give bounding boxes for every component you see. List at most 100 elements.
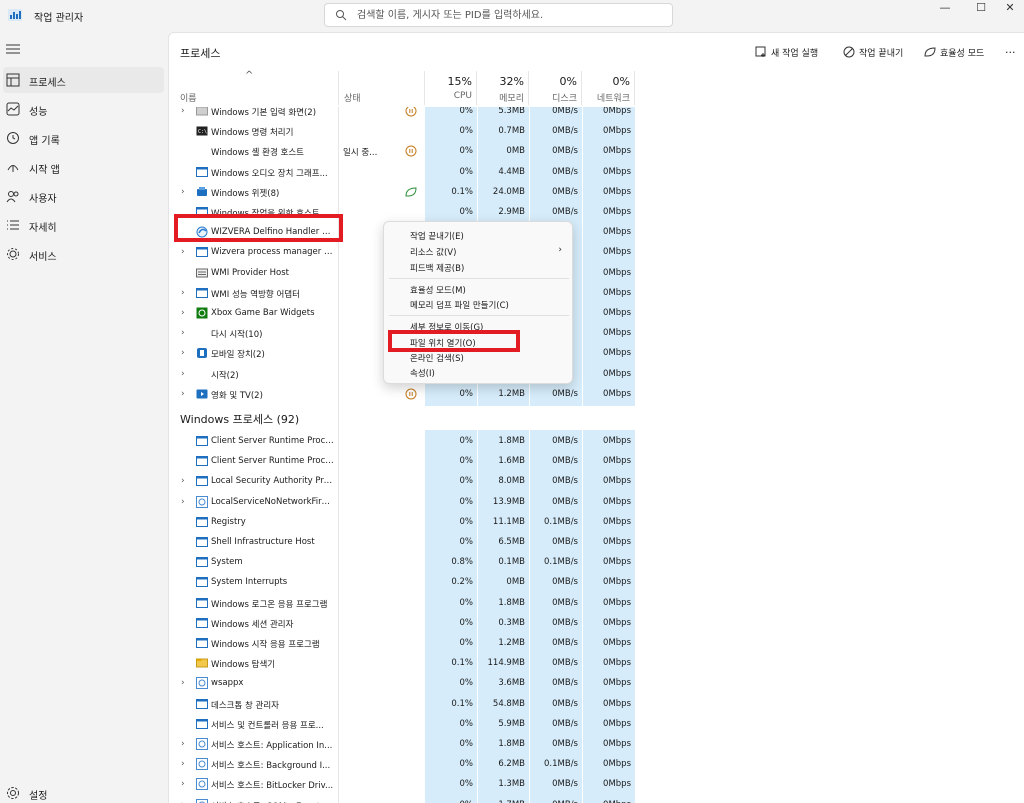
table-row[interactable]: Registry 0% 11.1MB 0.1MB/s 0Mbps — [169, 512, 635, 532]
table-row[interactable]: › 서비스 호스트: BitLocker Driv... 0% 1.3MB 0MB/s 0… — [169, 774, 635, 794]
process-name: Wizvera process manager ser... — [211, 247, 335, 258]
ctx-properties[interactable]: 속성(I) — [410, 367, 435, 379]
table-row[interactable]: Client Server Runtime Process 0% 1.8MB 0MB/… — [169, 431, 635, 451]
memory-value: 13.9MB — [492, 496, 525, 507]
table-row[interactable]: System 0.8% 0.1MB 0.1MB/s 0Mbps — [169, 552, 635, 572]
column-header-network[interactable]: 0% 네트워크 — [582, 71, 635, 105]
disk-value: 0MB/s — [552, 186, 578, 197]
memory-value: 11.1MB — [492, 516, 525, 527]
chevron-right-icon[interactable]: › — [181, 739, 191, 749]
table-row[interactable]: Windows 탐색기 0.1% 114.9MB 0MB/s 0Mbps — [169, 653, 635, 673]
minimize-button[interactable]: — — [927, 0, 963, 16]
cpu-value: 0% — [459, 146, 474, 157]
memory-value: 5.9MB — [498, 718, 525, 729]
table-row[interactable]: 서비스 및 컨트롤러 응용 프로... 0% 5.9MB 0MB/s 0Mbps — [169, 714, 635, 734]
cpu-value: 0.8% — [451, 557, 473, 568]
chevron-right-icon[interactable]: › — [181, 308, 191, 318]
ctx-resource-values[interactable]: 리소스 값(V) — [410, 246, 456, 258]
close-button[interactable]: ✕ — [992, 0, 1024, 16]
chevron-right-icon[interactable]: › — [181, 247, 191, 257]
end-task-button[interactable]: 작업 끝내기 — [843, 42, 903, 62]
table-row[interactable]: Shell Infrastructure Host 0% 6.5MB 0MB/s 0Mb… — [169, 532, 635, 552]
table-row[interactable]: Windows 세션 관리자 0% 0.3MB 0MB/s 0Mbps — [169, 613, 635, 633]
chevron-right-icon[interactable]: › — [181, 107, 191, 116]
context-menu: 작업 끝내기(E) 리소스 값(V) › 피드백 제공(B) 효율성 모드(M)… — [383, 221, 573, 384]
network-value: 0Mbps — [603, 308, 631, 318]
table-row[interactable]: › 서비스 호스트: Application In... 0% 1.8MB 0MB/s 0… — [169, 734, 635, 754]
column-name-label: 이름 — [180, 94, 197, 104]
more-options-button[interactable]: ··· — [1005, 42, 1016, 62]
process-name: wsappx — [211, 678, 244, 689]
sidebar-item-details[interactable]: 자세히 — [3, 212, 164, 238]
table-row[interactable]: › Local Security Authority Proc... 0% 8.0MB… — [169, 471, 635, 491]
search-input[interactable] — [357, 6, 657, 24]
table-row[interactable]: Windows 시작 응용 프로그램 0% 1.2MB 0MB/s 0Mbps — [169, 633, 635, 653]
memory-value: 0.7MB — [498, 126, 525, 137]
search-box[interactable] — [324, 3, 673, 27]
ctx-create-dump[interactable]: 메모리 덤프 파일 만들기(C) — [410, 299, 509, 311]
ctx-search-online[interactable]: 온라인 검색(S) — [410, 352, 464, 364]
widgets-icon — [197, 186, 207, 196]
chevron-right-icon[interactable]: › — [181, 497, 191, 507]
process-name: 데스크톱 창 관리자 — [211, 700, 279, 711]
cpu-value: 0% — [459, 388, 474, 399]
submenu-arrow-icon: › — [558, 245, 562, 255]
table-row[interactable]: › LocalServiceNoNetworkFirew... 0% 13.9MB 0M… — [169, 492, 635, 512]
sidebar-item-startup-apps[interactable]: 시작 앱 — [3, 154, 164, 180]
cpu-value: 0% — [459, 436, 474, 446]
chevron-right-icon[interactable]: › — [181, 369, 191, 379]
table-row[interactable]: System Interrupts 0.2% 0MB 0MB/s 0Mbps — [169, 572, 635, 592]
ctx-feedback[interactable]: 피드백 제공(B) — [410, 262, 464, 274]
hamburger-menu-icon[interactable] — [6, 44, 20, 54]
table-row[interactable]: Windows 셸 환경 호스트 일시 중... 0% 0MB 0MB/s 0Mbps — [169, 141, 635, 161]
sidebar-item-app-history[interactable]: 앱 기록 — [3, 125, 164, 151]
table-row[interactable]: › 서비스 호스트: COM+ Event ... 0%1.7MB 0MB/s 0Mbp… — [169, 795, 635, 803]
chevron-right-icon[interactable]: › — [181, 187, 191, 197]
chevron-right-icon[interactable]: › — [181, 288, 191, 298]
column-header-name[interactable]: 이름 — [169, 71, 339, 105]
column-header-status[interactable]: 상태 — [339, 71, 425, 105]
table-row[interactable]: Windows 로그온 응용 프로그램 0% 1.8MB 0MB/s 0Mbps — [169, 593, 635, 613]
chevron-right-icon[interactable]: › — [181, 779, 191, 789]
cpu-value: 0% — [459, 456, 474, 467]
table-row[interactable]: › 영화 및 TV(2) 0% 1.2MB 0MB/s 0Mbps — [169, 384, 635, 404]
chevron-right-icon[interactable]: › — [181, 476, 191, 486]
table-row[interactable]: 데스크톱 창 관리자 0.1% 54.8MB 0MB/s 0Mbps — [169, 694, 635, 714]
title-bar: 작업 관리자 — ☐ ✕ — [0, 0, 1024, 32]
network-value: 0Mbps — [603, 577, 631, 588]
sidebar-item-processes[interactable]: 프로세스 — [3, 67, 164, 93]
sidebar-item-performance[interactable]: 성능 — [3, 96, 164, 122]
column-header-cpu[interactable]: 15% CPU — [425, 71, 477, 105]
chevron-right-icon[interactable]: › — [181, 389, 191, 399]
suspended-pause-icon — [405, 388, 417, 400]
chevron-right-icon[interactable]: › — [181, 348, 191, 358]
group-header-windows-processes: Windows 프로세스 (92) — [180, 413, 300, 426]
disk-value: 0MB/s — [552, 166, 578, 177]
sidebar-item-services[interactable]: 서비스 — [3, 241, 164, 267]
sidebar-item-settings[interactable]: 설정 — [3, 780, 164, 803]
efficiency-mode-button[interactable]: 효율성 모드 — [924, 42, 984, 62]
process-window-icon — [196, 287, 208, 298]
chevron-right-icon[interactable]: › — [181, 678, 191, 688]
chevron-right-icon[interactable]: › — [181, 800, 191, 803]
column-header-memory[interactable]: 32% 메모리 — [477, 71, 529, 105]
table-row[interactable]: C:\ Windows 명령 처리기 0% 0.7MB 0MB/s 0Mbps — [169, 121, 635, 141]
process-name: System — [211, 557, 243, 568]
chevron-right-icon[interactable]: › — [181, 759, 191, 769]
ctx-efficiency-mode[interactable]: 효율성 모드(M) — [410, 284, 466, 296]
cpu-value: 0% — [459, 516, 474, 527]
chevron-right-icon[interactable]: › — [181, 328, 191, 338]
sidebar-item-users[interactable]: 사용자 — [3, 183, 164, 209]
disk-value: 0MB/s — [552, 698, 578, 709]
table-row[interactable]: › Windows 위젯(8) 0.1% 24.0MB 0MB/s 0Mbps — [169, 182, 635, 202]
ctx-end-task[interactable]: 작업 끝내기(E) — [410, 230, 464, 242]
table-row[interactable]: › wsappx 0% 3.6MB 0MB/s 0Mbps — [169, 673, 635, 693]
network-value: 0Mbps — [603, 126, 631, 137]
table-row[interactable]: Client Server Runtime Process 0% 1.6MB 0MB/… — [169, 451, 635, 471]
table-row[interactable]: › Windows 기본 입력 화면(2) 0% 5.3MB 0MB/s 0Mbps — [169, 107, 635, 121]
process-name: 서비스 호스트: BitLocker Driv... — [211, 781, 334, 792]
table-row[interactable]: › 서비스 호스트: Background I... 0% 6.2MB 0.1MB/s 0… — [169, 754, 635, 774]
column-header-disk[interactable]: 0% 디스크 — [529, 71, 582, 105]
table-row[interactable]: Windows 오디오 장치 그래프... 0% 4.4MB 0MB/s 0Mbps — [169, 162, 635, 182]
new-task-button[interactable]: 새 작업 실행 — [755, 42, 818, 62]
